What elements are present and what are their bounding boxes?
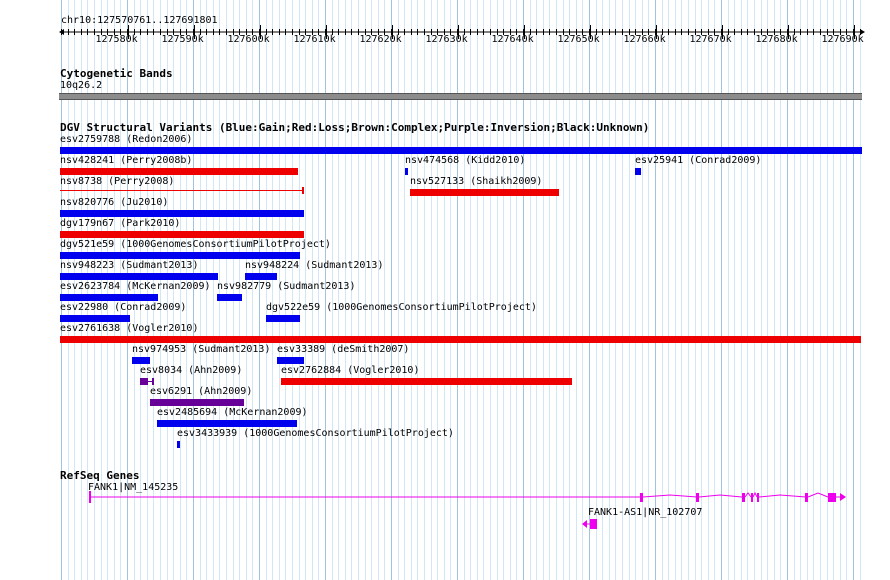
ruler-tick-label: 127630k xyxy=(425,34,468,45)
variant-gain-bar[interactable] xyxy=(635,168,641,175)
dgv-track-title[interactable]: DGV Structural Variants (Blue:Gain;Red:L… xyxy=(60,121,649,134)
ruler-tick-label: 127660k xyxy=(623,34,666,45)
variant-gain-bar[interactable] xyxy=(60,273,218,280)
variant-inversion-bar[interactable] xyxy=(150,399,244,406)
feature-label: nsv948224 (Sudmant2013) xyxy=(245,260,384,271)
gene-exon xyxy=(757,493,759,502)
gene-exon xyxy=(805,493,808,502)
variant-loss-bar[interactable] xyxy=(60,168,298,175)
feature-label: dgv179n67 (Park2010) xyxy=(60,218,181,229)
variant-loss-line[interactable] xyxy=(60,190,303,191)
feature-label: nsv474568 (Kidd2010) xyxy=(405,155,526,166)
gene-intron xyxy=(642,494,698,498)
feature-label: esv2623784 (McKernan2009) xyxy=(60,281,211,292)
gene-exon xyxy=(742,493,745,502)
ruler-tick-label: 127680k xyxy=(755,34,798,45)
variant-loss-bar[interactable] xyxy=(60,336,861,343)
ruler-tick-label: 127580k xyxy=(95,34,138,45)
cytoband-label: 10q26.2 xyxy=(60,80,103,91)
gene-exon xyxy=(751,493,753,502)
ruler-tick-label: 127590k xyxy=(161,34,204,45)
gene-exon xyxy=(696,493,699,502)
variant-gain-bar[interactable] xyxy=(132,357,150,364)
feature-label: esv8034 (Ahn2009) xyxy=(140,365,243,376)
feature-label: esv33389 (deSmith2007) xyxy=(277,344,410,355)
ruler-tick-label: 127670k xyxy=(689,34,732,45)
ruler-tick-label: 127650k xyxy=(557,34,600,45)
feature-label: esv2759788 (Redon2006) xyxy=(60,134,193,145)
gene-intron xyxy=(744,492,752,498)
ruler-tick-label: 127620k xyxy=(359,34,402,45)
feature-label: nsv527133 (Shaikh2009) xyxy=(410,176,543,187)
variant-gain-bar[interactable] xyxy=(60,252,300,259)
gene-intron xyxy=(752,491,758,498)
refseq-gene-glyphs[interactable] xyxy=(0,480,890,540)
variant-gain-bar[interactable] xyxy=(266,315,300,322)
feature-label: dgv522e59 (1000GenomesConsortiumPilotPro… xyxy=(266,302,537,313)
variant-loss-end-tick xyxy=(302,187,304,194)
genome-browser-view: chr10:127570761..127691801 127580k 127590… xyxy=(0,0,890,580)
feature-label: nsv8738 (Perry2008) xyxy=(60,176,175,187)
feature-label: nsv982779 (Sudmant2013) xyxy=(217,281,356,292)
strand-forward-arrow-icon xyxy=(840,493,846,501)
variant-gain-bar[interactable] xyxy=(60,315,130,322)
gene-intron xyxy=(807,492,829,498)
variant-gain-bar[interactable] xyxy=(60,210,304,217)
cytoband-track-title[interactable]: Cytogenetic Bands xyxy=(60,67,173,80)
feature-label: esv3433939 (1000GenomesConsortiumPilotPr… xyxy=(177,428,454,439)
variant-loss-bar[interactable] xyxy=(60,231,304,238)
feature-label: esv2761638 (Vogler2010) xyxy=(60,323,199,334)
variant-gain-bar[interactable] xyxy=(277,357,304,364)
variant-gain-bar[interactable] xyxy=(60,147,862,154)
variant-gain-bar[interactable] xyxy=(245,273,277,280)
variant-inversion-end-tick xyxy=(152,378,154,385)
feature-label: esv22980 (Conrad2009) xyxy=(60,302,187,313)
cytoband-bar[interactable] xyxy=(59,93,862,100)
gene-intron xyxy=(758,494,807,498)
gene-exon xyxy=(828,493,836,502)
feature-label: dgv521e59 (1000GenomesConsortiumPilotPro… xyxy=(60,239,331,250)
feature-label: nsv428241 (Perry2008b) xyxy=(60,155,193,166)
feature-label: esv2485694 (McKernan2009) xyxy=(157,407,308,418)
variant-loss-bar[interactable] xyxy=(410,189,559,196)
variant-gain-bar[interactable] xyxy=(217,294,242,301)
variant-gain-bar[interactable] xyxy=(157,420,297,427)
feature-label: nsv974953 (Sudmant2013) xyxy=(132,344,271,355)
gene-intron xyxy=(698,494,743,498)
ruler-tick-label: 127610k xyxy=(293,34,336,45)
variant-gain-bar[interactable] xyxy=(405,168,408,175)
ruler-tick-label: 127600k xyxy=(227,34,270,45)
feature-label: esv25941 (Conrad2009) xyxy=(635,155,762,166)
ruler-tick-label: 127640k xyxy=(491,34,534,45)
variant-loss-bar[interactable] xyxy=(281,378,572,385)
variant-gain-bar[interactable] xyxy=(177,441,180,448)
gene-exon xyxy=(590,519,597,529)
feature-label: nsv820776 (Ju2010) xyxy=(60,197,169,208)
ruler-tick-label: 127690k xyxy=(821,34,864,45)
feature-label: esv6291 (Ahn2009) xyxy=(150,386,253,397)
feature-label: esv2762884 (Vogler2010) xyxy=(281,365,420,376)
feature-label: nsv948223 (Sudmant2013) xyxy=(60,260,199,271)
gene-exon xyxy=(640,493,643,502)
variant-gain-bar[interactable] xyxy=(60,294,158,301)
variant-inversion-bar[interactable] xyxy=(140,378,148,385)
